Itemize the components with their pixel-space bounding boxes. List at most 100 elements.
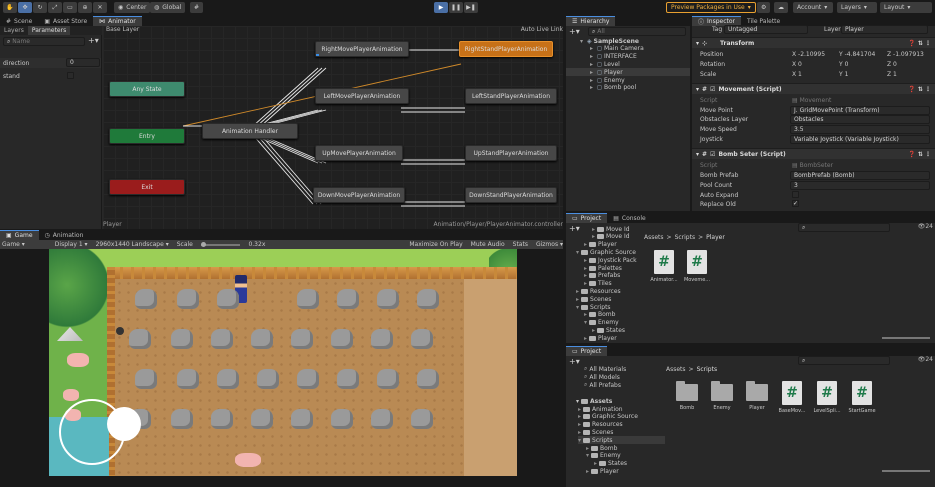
hierarchy-scene[interactable]: ▾ ◈ SampleScene <box>566 37 690 45</box>
add-parameter-button[interactable]: +▾ <box>88 36 99 45</box>
asset-animator-handler[interactable]: # Animator... <box>650 250 678 283</box>
state-up-stand[interactable]: UpStandPlayerAnimation <box>465 145 557 161</box>
project-tree-item[interactable]: ▸ Prefabs <box>584 272 620 280</box>
project-tree-item[interactable]: ▸ Joystick Pack <box>584 256 637 264</box>
tab-hierarchy[interactable]: ☰ Hierarchy <box>566 16 616 26</box>
tab-parameters[interactable]: Parameters <box>27 26 71 35</box>
breadcrumb-scripts[interactable]: Scripts <box>675 234 696 241</box>
position-x-field[interactable]: X -2.10995 <box>792 51 825 58</box>
animator-graph[interactable]: Base Layer Auto Live Link Any State Entr… <box>103 26 563 229</box>
favorite-item[interactable]: ⌕ All Materials <box>584 365 626 373</box>
project-add-button[interactable]: +▾ <box>569 224 580 233</box>
bomb-seter-header[interactable]: ▾ # ☑ Bomb Seter (Script) ❓ ⇅ ⋮ <box>692 148 935 159</box>
replace-old-checkbox[interactable]: ✓ <box>792 200 799 207</box>
state-any-state[interactable]: Any State <box>109 81 185 97</box>
expand-arrow-icon[interactable]: ▸ <box>590 77 595 84</box>
project-tree-item[interactable]: ▾ Scripts <box>576 303 611 311</box>
favorite-item[interactable]: ⌕ All Prefabs <box>584 381 621 389</box>
project-add-button[interactable]: +▾ <box>569 357 580 366</box>
move-speed-field[interactable]: 3.5 <box>790 125 930 134</box>
stats-toggle[interactable]: Stats <box>513 241 528 248</box>
move-point-field[interactable]: J. GridMovePoint (Transform) <box>790 106 930 115</box>
project-tree-item[interactable]: ▸ Graphic Source <box>578 413 638 421</box>
hierarchy-item[interactable]: ▸ ◻ INTERFACE <box>566 53 690 61</box>
breadcrumb-assets[interactable]: Assets <box>644 234 664 241</box>
project-tree-item[interactable]: ▸ Tiles <box>584 280 612 288</box>
tab-console[interactable]: ▤ Console <box>607 213 652 223</box>
parameter-row[interactable]: stand <box>0 71 101 81</box>
breadcrumb-scripts[interactable]: Scripts <box>697 366 718 373</box>
movement-header[interactable]: ▾ # ☑ Movement (Script) ❓ ⇅ ⋮ <box>692 83 935 94</box>
obstacles-layer-dropdown[interactable]: Obstacles <box>790 115 930 124</box>
rect-tool-icon[interactable]: ▭ <box>63 2 77 13</box>
game-mode-dropdown[interactable]: Game ▾ <box>2 241 25 248</box>
tab-project-2[interactable]: ▭ Project <box>566 346 608 356</box>
rotation-x-field[interactable]: X 0 <box>792 61 802 68</box>
tab-asset-store[interactable]: ▣ Asset Store <box>38 16 93 26</box>
project-tree-item[interactable]: ▸ States <box>592 326 625 334</box>
component-menu-icon[interactable]: ❓ ⇅ ⋮ <box>908 86 931 93</box>
project-tree-item[interactable]: ▸ Bomb <box>584 311 615 319</box>
asset-script[interactable]: # BaseMov... <box>778 381 806 414</box>
rotate-tool-icon[interactable]: ↻ <box>33 2 47 13</box>
state-down-stand[interactable]: DownStandPlayerAnimation <box>465 187 557 203</box>
tree-assets-root[interactable]: ▾ Assets <box>576 397 612 405</box>
position-y-field[interactable]: Y -4.841704 <box>839 51 875 58</box>
project-tree-item[interactable]: ▸ Scenes <box>576 295 611 303</box>
snap-button[interactable]: # <box>190 2 204 13</box>
mute-audio-toggle[interactable]: Mute Audio <box>471 241 505 248</box>
project-tree-item[interactable]: ▸ Player <box>586 467 619 475</box>
pool-count-field[interactable]: 3 <box>790 181 930 190</box>
preview-packages-button[interactable]: Preview Packages in Use ▾ <box>666 2 756 13</box>
joystick-field[interactable]: Variable Joystick (Variable Joystick) <box>790 135 930 144</box>
project-tree-item[interactable]: ▾ Enemy <box>586 452 621 460</box>
project-tree-item[interactable]: ▸ Palettes <box>584 264 622 272</box>
scale-slider[interactable] <box>200 241 241 247</box>
expand-arrow-icon[interactable]: ▸ <box>590 53 595 60</box>
hierarchy-item[interactable]: ▸ ◻ Level <box>566 60 690 68</box>
project-search-input[interactable]: ⌕ <box>798 356 890 365</box>
resolution-dropdown[interactable]: 2960x1440 Landscape ▾ <box>96 241 169 248</box>
pivot-center-button[interactable]: ◉ Center <box>114 2 151 13</box>
parameter-row[interactable]: direction 0 <box>0 58 101 68</box>
maximize-on-play-toggle[interactable]: Maximize On Play <box>409 241 462 248</box>
transform-tool-icon[interactable]: ⊕ <box>78 2 92 13</box>
project-tree-item[interactable]: ▸ Move Id <box>592 233 630 241</box>
cloud-icon[interactable]: ☁ <box>774 2 788 13</box>
project-tree-item[interactable]: ▸ Player <box>584 241 617 249</box>
project-tree-item[interactable]: ▸ Move Id <box>592 225 630 233</box>
layout-dropdown[interactable]: Layout ▾ <box>880 2 932 13</box>
state-right-stand[interactable]: RightStandPlayerAnimation <box>459 41 553 57</box>
scale-z-field[interactable]: Z 1 <box>887 71 897 78</box>
parameter-value-field[interactable]: 0 <box>66 58 100 67</box>
layer-dropdown[interactable]: Player <box>841 25 928 34</box>
scale-y-field[interactable]: Y 1 <box>839 71 848 78</box>
scale-tool-icon[interactable]: ⤢ <box>48 2 62 13</box>
asset-folder[interactable]: Bomb <box>673 381 701 411</box>
hand-tool-icon[interactable]: ✋ <box>3 2 17 13</box>
tag-dropdown[interactable]: Untagged <box>724 25 808 34</box>
asset-script[interactable]: # StartGame <box>848 381 876 414</box>
game-viewport[interactable] <box>49 249 517 476</box>
position-z-field[interactable]: Z -1.097913 <box>887 51 924 58</box>
favorite-item[interactable]: ⌕ All Models <box>584 373 620 381</box>
pause-button[interactable]: ❚❚ <box>449 2 463 13</box>
project-tree-item[interactable]: ▸ Scenes <box>578 428 613 436</box>
project-tree-item[interactable]: ▾ Graphic Source <box>576 248 636 256</box>
breadcrumb-player[interactable]: Player <box>706 234 725 241</box>
state-down-move[interactable]: DownMovePlayerAnimation <box>313 187 405 203</box>
project-tree-item[interactable]: ▾ Scripts <box>578 436 665 445</box>
project-search-input[interactable]: ⌕ <box>798 223 890 232</box>
project-tree-item[interactable]: ▸ Player <box>584 334 617 342</box>
custom-tool-icon[interactable]: ✕ <box>93 2 107 13</box>
pivot-global-button[interactable]: ◍ Global <box>150 2 186 13</box>
breadcrumb-assets[interactable]: Assets <box>666 366 686 373</box>
gizmos-dropdown[interactable]: Gizmos ▾ <box>536 241 563 248</box>
step-button[interactable]: ▶❚ <box>464 2 478 13</box>
tab-layers[interactable]: Layers <box>0 26 28 35</box>
icon-size-slider[interactable] <box>882 337 930 339</box>
project-tree-item[interactable]: ▸ Animation <box>578 405 623 413</box>
hierarchy-search-input[interactable]: ⌕ All <box>588 27 686 36</box>
state-animation-handler[interactable]: Animation Handler <box>202 123 298 139</box>
account-dropdown[interactable]: Account ▾ <box>793 2 833 13</box>
